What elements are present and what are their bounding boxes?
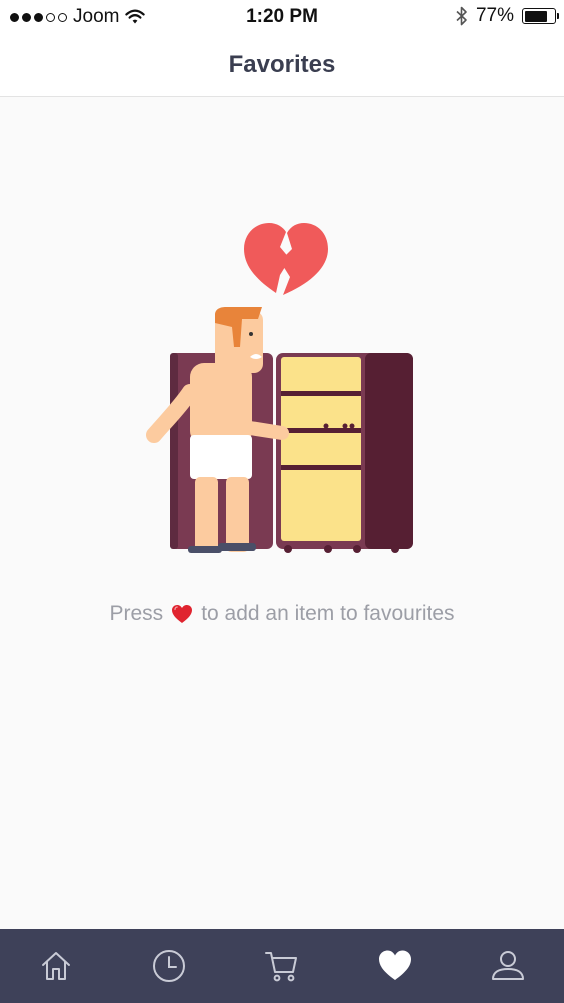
home-icon	[42, 952, 71, 980]
heart-icon	[378, 950, 411, 980]
battery-level-fill	[524, 10, 547, 22]
empty-favorites-illustration	[146, 223, 413, 553]
favorites-empty-state: Press to add an item to favourites	[0, 97, 564, 929]
bottom-tab-bar	[0, 929, 564, 1003]
tab-history[interactable]	[113, 929, 226, 1003]
empty-state-message: Press to add an item to favourites	[0, 602, 564, 626]
battery-percent: 77%	[475, 5, 514, 26]
tab-home[interactable]	[0, 929, 113, 1003]
page-title: Favorites	[228, 51, 336, 78]
cart-icon	[264, 952, 297, 982]
heart-icon	[172, 605, 193, 623]
user-icon	[491, 951, 524, 980]
empty-state-message-prefix: Press	[109, 602, 164, 625]
empty-state-message-suffix: to add an item to favourites	[201, 602, 455, 625]
clock-icon	[153, 950, 186, 982]
status-right: 77%	[456, 5, 559, 27]
tab-cart[interactable]	[226, 929, 339, 1003]
battery-icon	[522, 8, 559, 24]
nav-header: Favorites	[0, 34, 564, 97]
bluetooth-icon	[456, 6, 467, 26]
broken-heart-icon	[244, 223, 328, 295]
status-bar: Joom 1:20 PM 77%	[0, 0, 564, 34]
tab-favorites[interactable]	[338, 929, 451, 1003]
tab-profile[interactable]	[451, 929, 564, 1003]
